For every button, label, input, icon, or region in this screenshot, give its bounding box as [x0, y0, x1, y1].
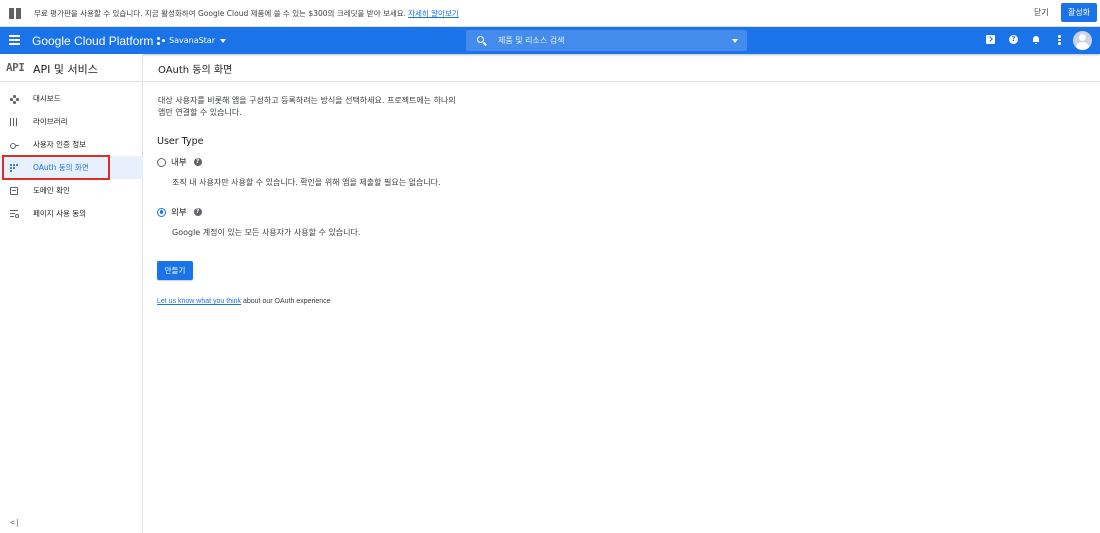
sidebar-item-page-usage-agreements[interactable]: 페이지 사용 동의	[0, 202, 143, 225]
user-type-heading: User Type	[157, 136, 204, 147]
sidebar-item-label: 라이브러리	[33, 117, 68, 126]
menu-icon[interactable]	[9, 35, 20, 45]
search-expand-icon[interactable]	[732, 39, 738, 43]
sidebar-item-domain-verification[interactable]: 도메인 확인	[0, 179, 143, 202]
search-bar[interactable]	[466, 30, 747, 51]
help-icon[interactable]: ?	[193, 158, 202, 166]
sidebar-item-library[interactable]: 라이브러리	[0, 110, 143, 133]
domain-icon	[10, 187, 18, 195]
brand-title[interactable]: Google Cloud Platform	[32, 34, 153, 48]
search-input[interactable]	[498, 33, 728, 47]
internal-radio[interactable]	[157, 157, 166, 167]
promo-message: 무료 평가판을 사용할 수 있습니다. 지금 활성화하여 Google Clou…	[34, 8, 459, 18]
internal-description: 조직 내 사용자만 사용할 수 있습니다. 확인을 위해 앱을 제출할 필요는 …	[172, 178, 441, 187]
page-title: OAuth 동의 화면	[158, 65, 233, 76]
sidebar-item-label: 사용자 인증 정보	[33, 140, 87, 149]
oauth-icon	[10, 164, 18, 172]
close-promo-button[interactable]: 닫기	[1034, 7, 1049, 18]
feedback-text: Let us know what you think about our OAu…	[157, 298, 331, 305]
feedback-link[interactable]: Let us know what you think	[157, 298, 241, 305]
top-header: Google Cloud Platform SavanaStar ?	[0, 27, 1100, 54]
create-button[interactable]: 만들기	[157, 261, 193, 280]
project-name: SavanaStar	[169, 36, 215, 45]
sidebar-item-label: 페이지 사용 동의	[33, 209, 87, 218]
more-vert-icon[interactable]	[1058, 35, 1061, 45]
pages-icon	[10, 210, 19, 218]
sidebar-item-label: 대시보드	[33, 94, 61, 103]
trial-promo-bar: 무료 평가판을 사용할 수 있습니다. 지금 활성화하여 Google Clou…	[0, 0, 1100, 27]
sidebar-item-label: OAuth 동의 화면	[33, 163, 89, 172]
library-icon	[10, 118, 18, 126]
sidebar-item-dashboard[interactable]: 대시보드	[0, 87, 143, 110]
project-selector[interactable]: SavanaStar	[157, 36, 226, 45]
help-icon[interactable]: ?	[1009, 35, 1018, 44]
project-icon	[157, 36, 165, 45]
internal-label: 내부	[171, 158, 187, 168]
cloud-shell-icon[interactable]	[986, 35, 995, 44]
external-radio[interactable]	[157, 207, 166, 217]
avatar[interactable]	[1073, 31, 1092, 50]
activate-button[interactable]: 활성화	[1061, 3, 1097, 22]
page-description: 대상 사용자를 비롯해 앱을 구성하고 등록하려는 방식을 선택하세요. 프로젝…	[158, 96, 456, 117]
api-logo-icon: API	[6, 61, 25, 74]
key-icon	[10, 141, 19, 149]
gift-icon	[9, 7, 21, 19]
user-type-external-option[interactable]: 외부 ?	[157, 206, 202, 218]
sidebar-header: API API 및 서비스	[0, 54, 143, 82]
help-icon[interactable]: ?	[193, 208, 202, 216]
dashboard-icon	[10, 95, 19, 104]
notifications-icon[interactable]	[1032, 35, 1040, 44]
sidebar-title: API 및 서비스	[33, 63, 98, 76]
sidebar-item-label: 도메인 확인	[33, 186, 70, 195]
chevron-down-icon	[220, 38, 226, 43]
sidebar-item-credentials[interactable]: 사용자 인증 정보	[0, 133, 143, 156]
sidebar: API API 및 서비스 대시보드 라이브러리 사용자 인증 정보 OAuth…	[0, 54, 143, 533]
external-description: Google 계정이 있는 모든 사용자가 사용할 수 있습니다.	[172, 228, 361, 237]
feedback-rest: about our OAuth experience	[241, 298, 331, 305]
sidebar-item-oauth-consent[interactable]: OAuth 동의 화면	[0, 156, 143, 179]
external-label: 외부	[171, 208, 187, 218]
page-header: OAuth 동의 화면	[144, 54, 1100, 82]
search-icon	[477, 36, 484, 43]
collapse-sidebar-icon[interactable]: <|	[10, 518, 20, 527]
user-type-internal-option[interactable]: 내부 ?	[157, 156, 202, 168]
learn-more-link[interactable]: 자세히 알아보기	[408, 9, 459, 18]
